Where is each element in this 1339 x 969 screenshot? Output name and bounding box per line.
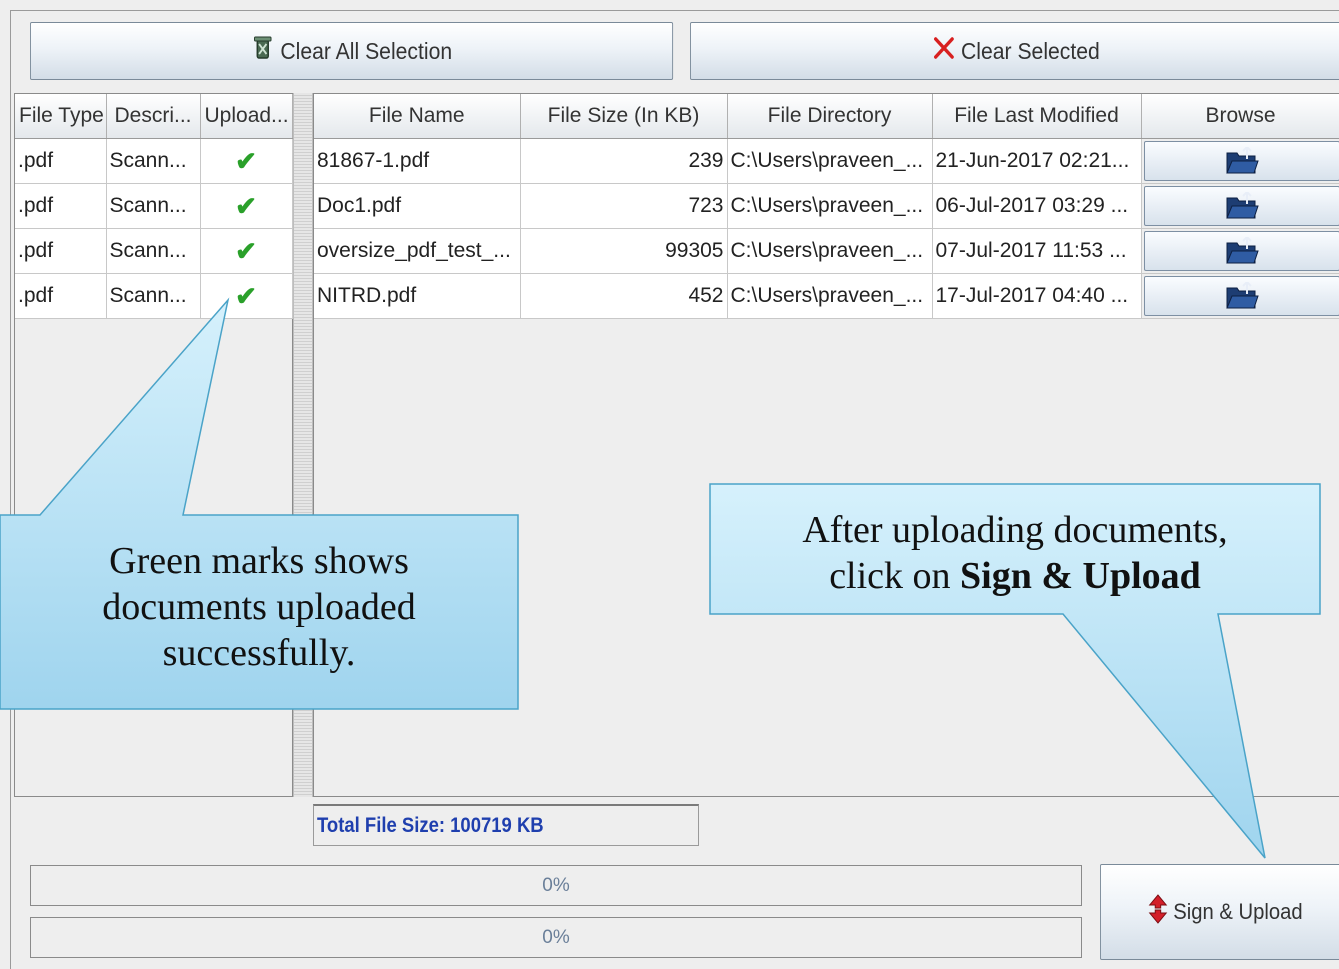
callout-left-text: Green marks shows documents uploaded suc… [0, 538, 518, 676]
callouts-overlay [0, 0, 1339, 968]
callout-right-text: After uploading documents, click on Sign… [710, 507, 1320, 599]
callout-right-bold: Sign & Upload [960, 555, 1201, 597]
callout-right-line1: After uploading documents, [710, 507, 1320, 553]
callout-left-line: successfully. [0, 630, 518, 676]
callout-left-line: documents uploaded [0, 584, 518, 630]
callout-right-line2: click on Sign & Upload [710, 553, 1320, 599]
callout-left-line: Green marks shows [0, 538, 518, 584]
callout-right-prefix: click on [829, 555, 960, 597]
